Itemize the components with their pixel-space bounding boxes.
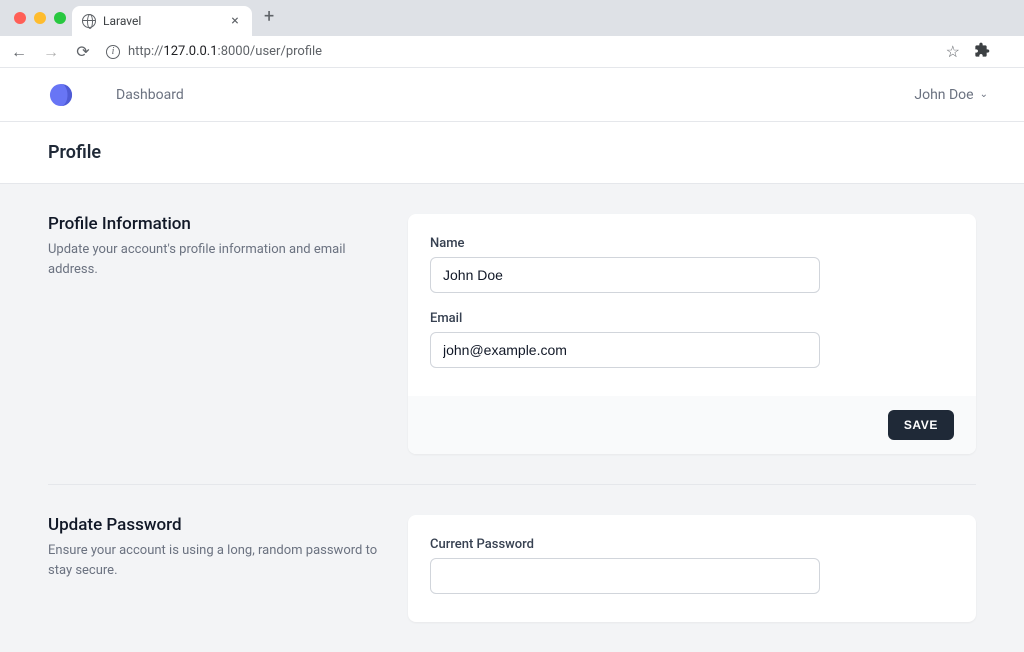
name-field[interactable] — [430, 257, 820, 293]
browser-tab-bar: Laravel × + — [0, 0, 1024, 36]
section-info: Update Password Ensure your account is u… — [48, 515, 378, 622]
window-maximize-button[interactable] — [54, 12, 66, 24]
page-content: Profile Information Update your account'… — [0, 184, 1024, 652]
save-button[interactable]: SAVE — [888, 410, 954, 440]
current-password-field[interactable] — [430, 558, 820, 594]
extensions-icon[interactable] — [974, 42, 990, 62]
user-name: John Doe — [914, 87, 973, 103]
section-description: Update your account's profile informatio… — [48, 240, 378, 279]
profile-info-card: Name Email SAVE — [408, 214, 976, 454]
globe-icon — [82, 14, 96, 28]
tab-title: Laravel — [103, 14, 221, 28]
chevron-down-icon: ⌄ — [980, 89, 988, 100]
new-tab-button[interactable]: + — [252, 6, 286, 27]
window-controls — [14, 12, 66, 24]
section-info: Profile Information Update your account'… — [48, 214, 378, 454]
update-password-card: Current Password — [408, 515, 976, 622]
profile-avatar-icon[interactable] — [1004, 36, 1014, 68]
user-menu[interactable]: John Doe ⌄ — [914, 87, 988, 103]
section-divider — [48, 484, 976, 485]
name-label: Name — [430, 236, 954, 251]
forward-button[interactable]: → — [42, 42, 60, 62]
section-title: Update Password — [48, 515, 378, 535]
email-label: Email — [430, 311, 954, 326]
back-button[interactable]: ← — [10, 42, 28, 62]
nav-dashboard[interactable]: Dashboard — [116, 87, 184, 103]
url-text: http://127.0.0.1:8000/user/profile — [128, 44, 322, 59]
window-close-button[interactable] — [14, 12, 26, 24]
browser-toolbar: ← → ⟳ i http://127.0.0.1:8000/user/profi… — [0, 36, 1024, 68]
page-header: Profile — [0, 122, 1024, 184]
section-profile-info: Profile Information Update your account'… — [48, 214, 976, 454]
current-password-label: Current Password — [430, 537, 954, 552]
address-bar[interactable]: i http://127.0.0.1:8000/user/profile — [106, 44, 932, 59]
section-title: Profile Information — [48, 214, 378, 234]
section-update-password: Update Password Ensure your account is u… — [48, 515, 976, 622]
bookmark-icon[interactable]: ☆ — [946, 42, 960, 61]
site-info-icon[interactable]: i — [106, 45, 120, 59]
page-title: Profile — [48, 142, 976, 163]
close-icon[interactable]: × — [228, 13, 242, 29]
window-minimize-button[interactable] — [34, 12, 46, 24]
browser-tab[interactable]: Laravel × — [72, 6, 252, 36]
reload-button[interactable]: ⟳ — [74, 42, 92, 61]
email-field[interactable] — [430, 332, 820, 368]
app-logo — [48, 82, 74, 108]
app-nav: Dashboard John Doe ⌄ — [0, 68, 1024, 122]
